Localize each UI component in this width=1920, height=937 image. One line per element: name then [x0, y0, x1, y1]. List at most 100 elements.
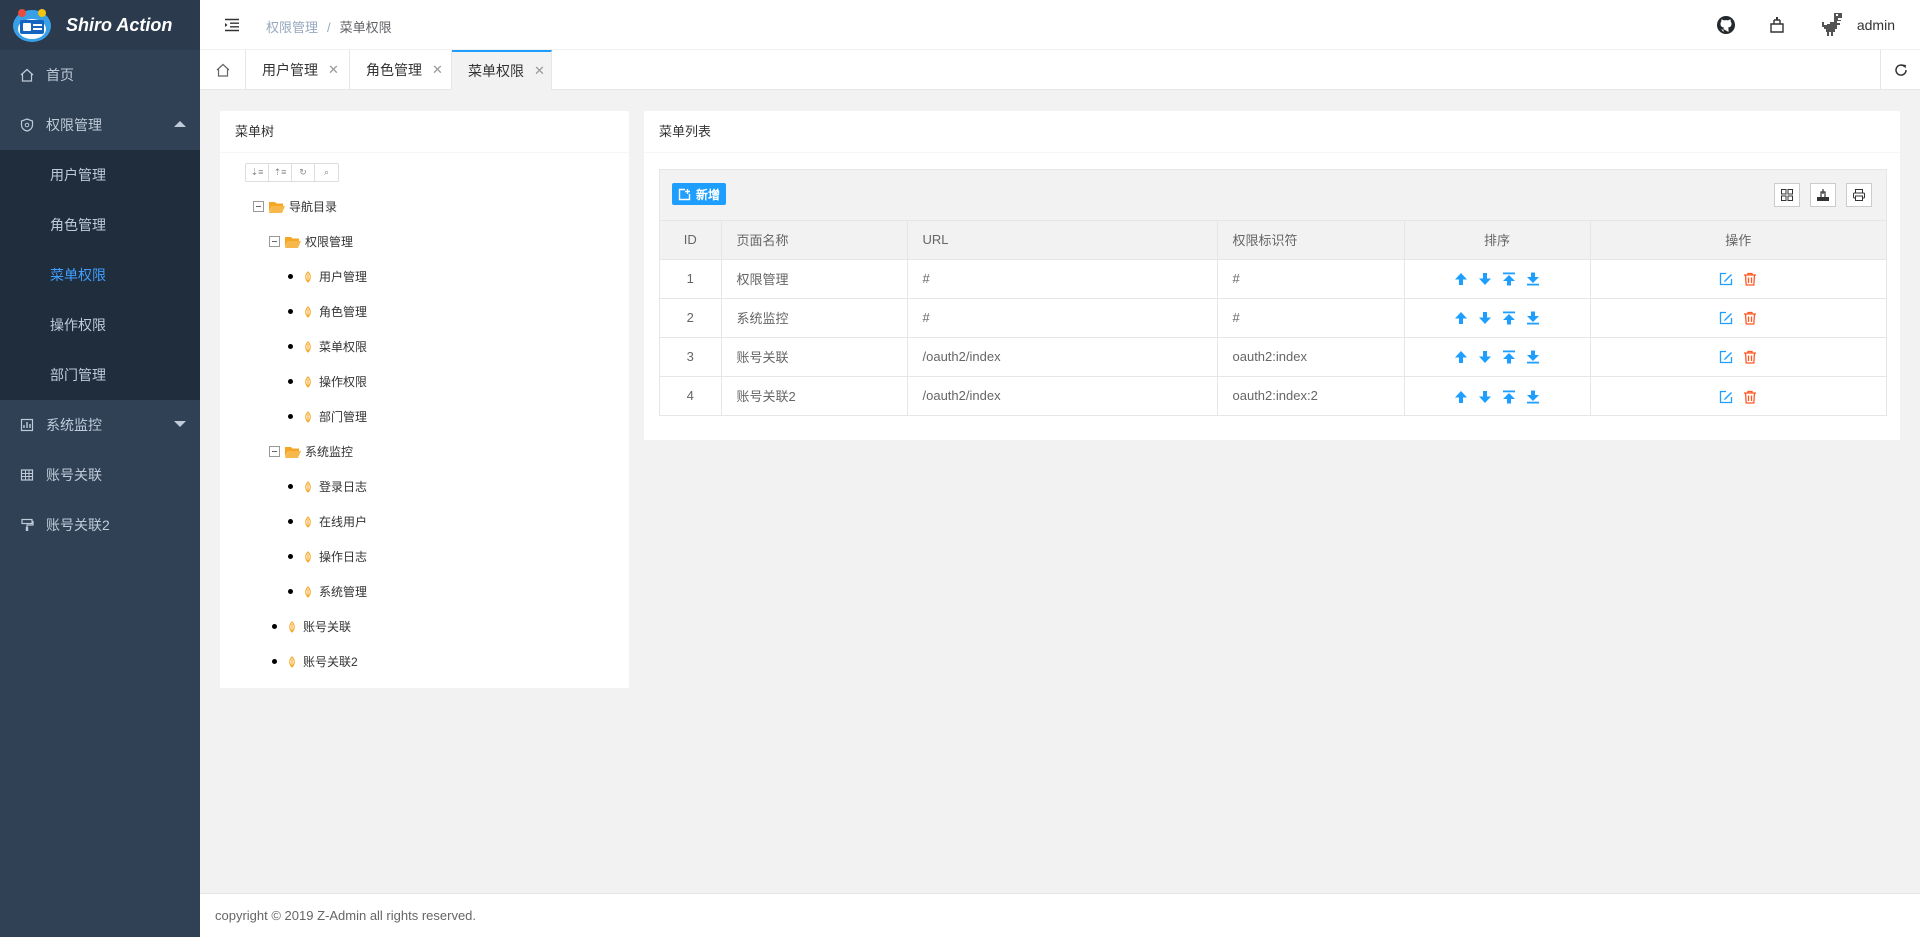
delete-icon[interactable]: [1743, 350, 1757, 364]
edit-icon[interactable]: [1719, 350, 1733, 364]
breadcrumb-item[interactable]: 权限管理: [266, 20, 318, 35]
columns-filter-button[interactable]: [1774, 183, 1800, 207]
tree-node-folder[interactable]: 系统监控: [269, 443, 353, 460]
close-icon[interactable]: ✕: [328, 62, 339, 78]
sidebar-item-permission[interactable]: 权限管理: [0, 100, 200, 150]
app-title: Shiro Action: [66, 14, 173, 35]
arrow-up-icon[interactable]: [1454, 311, 1468, 325]
export-button[interactable]: [1810, 183, 1836, 207]
tree-node-label: 账号关联: [303, 620, 352, 634]
move-bottom-icon[interactable]: [1526, 390, 1540, 404]
arrow-down-icon[interactable]: [1478, 350, 1492, 364]
add-button[interactable]: 新增: [672, 183, 727, 205]
arrow-down-icon[interactable]: [1478, 311, 1492, 325]
cell-name: 账号关联2: [721, 376, 908, 415]
edit-icon[interactable]: [1719, 390, 1733, 404]
column-header[interactable]: URL: [907, 221, 1218, 260]
leaf-icon: [289, 655, 295, 668]
sidebar-item-label: 账号关联2: [46, 517, 110, 533]
print-button[interactable]: [1846, 183, 1872, 207]
tab-home[interactable]: [200, 50, 246, 90]
sidebar-item-operation-permission[interactable]: 操作权限: [0, 300, 200, 350]
add-label: 新增: [696, 187, 721, 202]
delete-icon[interactable]: [1743, 390, 1757, 404]
sidebar-item-departments[interactable]: 部门管理: [0, 350, 200, 400]
tree-node-label: 登录日志: [319, 480, 368, 494]
table-tools: [1764, 183, 1872, 207]
tree-node-label: 操作日志: [319, 550, 368, 564]
sidebar-item-users[interactable]: 用户管理: [0, 150, 200, 200]
close-icon[interactable]: ✕: [432, 62, 443, 78]
arrow-down-icon[interactable]: [1478, 390, 1492, 404]
tree-node-leaf[interactable]: 部门管理: [288, 408, 367, 425]
move-bottom-icon[interactable]: [1526, 350, 1540, 364]
bullet-icon: [272, 624, 277, 629]
tree-node-folder[interactable]: 导航目录: [253, 198, 337, 215]
collapse-icon[interactable]: [269, 446, 280, 457]
sidebar-item-menu-permission[interactable]: 菜单权限: [0, 250, 200, 300]
tree-node-leaf[interactable]: 操作日志: [288, 548, 367, 565]
column-header[interactable]: ID: [660, 221, 722, 260]
cell-sort: [1404, 376, 1591, 415]
collapse-icon[interactable]: [253, 201, 264, 212]
arrow-up-icon[interactable]: [1454, 272, 1468, 286]
arrow-up-icon[interactable]: [1454, 390, 1468, 404]
edit-icon[interactable]: [1719, 272, 1733, 286]
table-row: 1 权限管理 # #: [660, 259, 1886, 299]
username[interactable]: admin: [1857, 17, 1895, 33]
tree-node-leaf[interactable]: 角色管理: [288, 303, 367, 320]
edit-icon[interactable]: [1719, 311, 1733, 325]
sidebar-item-roles[interactable]: 角色管理: [0, 200, 200, 250]
delete-icon[interactable]: [1743, 272, 1757, 286]
sidebar-item-label: 操作权限: [50, 317, 106, 333]
refresh-button[interactable]: [1880, 50, 1920, 90]
tab-menu-permission[interactable]: 菜单权限 ✕: [452, 50, 552, 90]
bullet-icon: [288, 484, 293, 489]
collapse-icon[interactable]: [269, 236, 280, 247]
tab-users[interactable]: 用户管理 ✕: [246, 50, 350, 90]
avatar[interactable]: [1818, 10, 1848, 40]
tree-node-leaf[interactable]: 账号关联: [272, 618, 351, 635]
sidebar-item-account-link[interactable]: 账号关联: [0, 450, 200, 500]
tree-node-leaf[interactable]: 用户管理: [288, 268, 367, 285]
collapse-all-button[interactable]: ⇡≡: [269, 164, 292, 181]
column-header[interactable]: 页面名称: [721, 221, 908, 260]
table-icon: [20, 469, 34, 481]
move-top-icon[interactable]: [1502, 390, 1516, 404]
column-header[interactable]: 权限标识符: [1217, 221, 1405, 260]
tree-node-leaf[interactable]: 系统管理: [288, 583, 367, 600]
tree-node-leaf[interactable]: 登录日志: [288, 478, 367, 495]
close-icon[interactable]: ✕: [534, 63, 545, 79]
move-bottom-icon[interactable]: [1526, 311, 1540, 325]
theme-icon[interactable]: [1767, 15, 1787, 35]
move-bottom-icon[interactable]: [1526, 272, 1540, 286]
tree-node-leaf[interactable]: 在线用户: [288, 513, 367, 530]
bullet-icon: [288, 554, 293, 559]
refresh-tree-button[interactable]: ↻: [292, 164, 315, 181]
move-top-icon[interactable]: [1502, 311, 1516, 325]
sidebar-item-account-link-2[interactable]: 账号关联2: [0, 500, 200, 550]
move-top-icon[interactable]: [1502, 350, 1516, 364]
move-top-icon[interactable]: [1502, 272, 1516, 286]
search-tree-button[interactable]: ⌕: [315, 164, 338, 181]
tree-node-leaf[interactable]: 操作权限: [288, 373, 367, 390]
expand-all-button[interactable]: ⇣≡: [246, 164, 269, 181]
column-header[interactable]: 操作: [1590, 221, 1886, 260]
sidebar-item-monitor[interactable]: 系统监控: [0, 400, 200, 450]
github-icon[interactable]: [1716, 15, 1736, 35]
cell-id: 2: [660, 298, 722, 338]
arrow-up-icon[interactable]: [1454, 350, 1468, 364]
tree-node-folder[interactable]: 权限管理: [269, 233, 353, 250]
tree-node-leaf[interactable]: 菜单权限: [288, 338, 367, 355]
tree-node-leaf[interactable]: 账号关联2: [272, 653, 358, 670]
logo[interactable]: Shiro Action: [0, 0, 200, 50]
delete-icon[interactable]: [1743, 311, 1757, 325]
sidebar-item-home[interactable]: 首页: [0, 50, 200, 100]
arrow-down-icon[interactable]: [1478, 272, 1492, 286]
shield-icon: [20, 118, 34, 132]
cell-name: 系统监控: [721, 298, 908, 338]
tab-roles[interactable]: 角色管理 ✕: [350, 50, 452, 90]
hamburger-icon[interactable]: [224, 17, 240, 33]
column-header[interactable]: 排序: [1404, 221, 1591, 260]
leaf-icon: [305, 340, 311, 353]
